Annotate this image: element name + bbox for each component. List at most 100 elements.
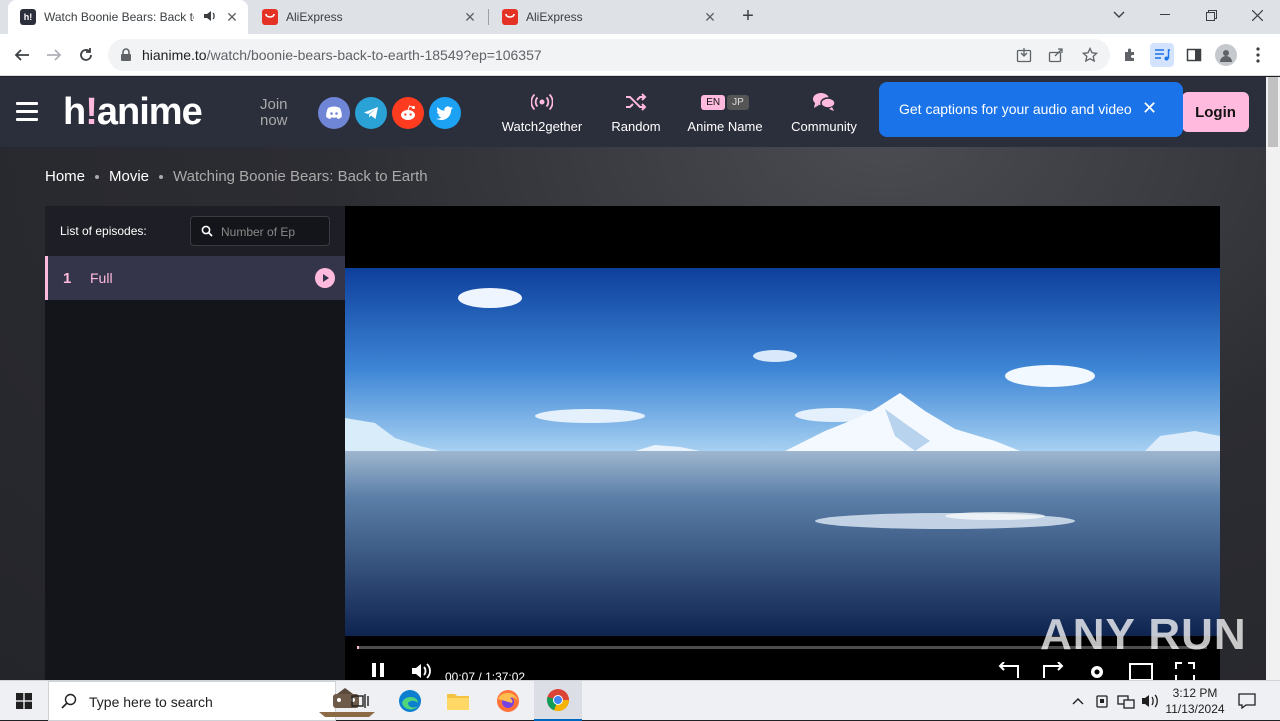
media-controls-icon[interactable] xyxy=(1150,43,1174,67)
episode-list-title: List of episodes: xyxy=(60,224,147,238)
file-explorer-icon[interactable] xyxy=(434,681,482,721)
nav-label: Community xyxy=(791,119,857,134)
search-icon xyxy=(201,225,213,237)
install-app-icon[interactable] xyxy=(1016,47,1032,63)
volume-icon[interactable] xyxy=(411,662,433,680)
hianime-favicon-icon: h! xyxy=(20,9,36,25)
task-view-icon[interactable] xyxy=(336,681,384,721)
site-header: h!anime Join now Watch2gether Random EN J… xyxy=(0,77,1266,147)
taskbar-search-box[interactable]: Type here to search xyxy=(48,681,375,721)
chrome-icon[interactable] xyxy=(534,681,582,721)
forward-10-icon[interactable] xyxy=(1039,661,1065,680)
anyrun-watermark: ANY RUN xyxy=(1040,610,1247,659)
login-button[interactable]: Login xyxy=(1182,92,1249,132)
close-window-button[interactable] xyxy=(1234,0,1280,30)
discord-icon[interactable] xyxy=(318,97,350,129)
tab-separator xyxy=(488,9,489,25)
nav-label: Watch2gether xyxy=(501,119,583,134)
browser-toolbar: hianime.to/watch/boonie-bears-back-to-ea… xyxy=(0,34,1280,76)
episode-list-panel: List of episodes: 1 Full xyxy=(45,206,345,680)
telegram-icon[interactable] xyxy=(355,97,387,129)
time-display: 00:07 / 1:37:02 xyxy=(445,670,525,680)
nav-anime-name-toggle[interactable]: EN JP Anime Name xyxy=(683,91,767,134)
language-toggle[interactable]: EN JP xyxy=(683,91,767,113)
show-hidden-icons-chevron-icon[interactable] xyxy=(1068,691,1088,711)
back-button[interactable] xyxy=(10,43,34,67)
search-icon xyxy=(61,693,77,709)
taskbar-search-placeholder: Type here to search xyxy=(89,694,213,710)
web-page: h!anime Join now Watch2gether Random EN J… xyxy=(0,77,1266,680)
nav-random[interactable]: Random xyxy=(606,91,666,134)
hamburger-menu-icon[interactable] xyxy=(16,102,38,121)
breadcrumb-movie[interactable]: Movie xyxy=(109,168,149,185)
volume-tray-icon[interactable] xyxy=(1140,691,1160,711)
video-player[interactable]: 00:07 / 1:37:02 xyxy=(345,206,1220,680)
twitter-icon[interactable] xyxy=(429,97,461,129)
episode-number: 1 xyxy=(63,270,72,287)
reload-button[interactable] xyxy=(74,43,98,67)
clock-time: 3:12 PM xyxy=(1172,686,1218,700)
browser-menu-icon[interactable] xyxy=(1248,45,1268,65)
tab-title: Watch Boonie Bears: Back to Earth xyxy=(44,10,194,24)
settings-gear-icon[interactable] xyxy=(1087,662,1107,680)
edge-browser-icon[interactable] xyxy=(386,681,434,721)
play-circle-icon[interactable] xyxy=(315,268,335,288)
notifications-icon[interactable] xyxy=(1237,691,1257,711)
nav-watch2gether[interactable]: Watch2gether xyxy=(496,91,588,134)
windows-start-icon[interactable] xyxy=(0,681,48,721)
reddit-icon[interactable] xyxy=(392,97,424,129)
current-time: 00:07 xyxy=(445,670,476,680)
page-scrollbar[interactable] xyxy=(1266,77,1280,680)
profile-avatar-icon[interactable] xyxy=(1215,44,1237,66)
breadcrumb-separator xyxy=(95,174,100,179)
share-icon[interactable] xyxy=(1048,47,1064,63)
bookmark-star-icon[interactable] xyxy=(1082,47,1098,63)
close-tab-icon[interactable]: ✕ xyxy=(224,9,240,25)
close-tab-icon[interactable]: ✕ xyxy=(462,9,478,25)
site-logo[interactable]: h!anime xyxy=(63,91,203,134)
episode-search-box[interactable] xyxy=(190,216,330,246)
close-tab-icon[interactable]: ✕ xyxy=(702,9,718,25)
rewind-10-icon[interactable] xyxy=(997,661,1023,680)
nav-label: Anime Name xyxy=(687,119,763,134)
firefox-icon[interactable] xyxy=(484,681,532,721)
extensions-puzzle-icon[interactable] xyxy=(1120,45,1140,65)
episode-search-input[interactable] xyxy=(221,223,321,241)
network-icon[interactable] xyxy=(1116,691,1136,711)
speaker-icon[interactable] xyxy=(202,8,218,24)
video-frame[interactable] xyxy=(345,268,1220,636)
breadcrumb-current: Watching Boonie Bears: Back to Earth xyxy=(173,168,428,185)
fullscreen-icon[interactable] xyxy=(1175,662,1195,680)
pause-icon[interactable] xyxy=(371,662,385,680)
video-scene-image xyxy=(345,268,1220,636)
episode-item[interactable]: 1 Full xyxy=(45,256,345,300)
tab-aliexpress-2[interactable]: AliExpress ✕ xyxy=(490,0,726,34)
scrollbar-thumb[interactable] xyxy=(1268,77,1278,147)
lang-jp-option[interactable]: JP xyxy=(727,94,749,110)
shuffle-icon xyxy=(606,91,666,113)
forward-button[interactable] xyxy=(42,43,66,67)
tab-hianime[interactable]: h! Watch Boonie Bears: Back to Earth ✕ xyxy=(8,0,248,34)
breadcrumb: Home Movie Watching Boonie Bears: Back t… xyxy=(45,168,428,185)
chat-bubbles-icon xyxy=(786,91,862,113)
episode-list-header: List of episodes: xyxy=(45,206,345,256)
nav-community[interactable]: Community xyxy=(786,91,862,134)
tab-search-chevron-icon[interactable] xyxy=(1096,0,1142,30)
address-bar[interactable]: hianime.to/watch/boonie-bears-back-to-ea… xyxy=(108,39,1110,71)
windows-taskbar: Type here to search 3:12 PM 11/13/2024 xyxy=(0,680,1280,721)
new-tab-button[interactable]: + xyxy=(738,6,758,27)
restore-button[interactable] xyxy=(1188,0,1234,30)
tab-aliexpress-1[interactable]: AliExpress ✕ xyxy=(250,0,486,34)
lock-icon[interactable] xyxy=(120,48,132,62)
breadcrumb-home[interactable]: Home xyxy=(45,168,85,185)
minimize-button[interactable] xyxy=(1142,0,1188,30)
security-shield-icon[interactable] xyxy=(1092,691,1112,711)
lang-en-option[interactable]: EN xyxy=(701,94,726,110)
tab-title: AliExpress xyxy=(526,10,583,24)
live-caption-popup: Get captions for your audio and video ✕ xyxy=(879,82,1183,137)
picture-in-picture-icon[interactable] xyxy=(1129,662,1153,680)
taskbar-clock[interactable]: 3:12 PM 11/13/2024 xyxy=(1160,685,1230,717)
close-popup-icon[interactable]: ✕ xyxy=(1142,99,1157,117)
side-panel-icon[interactable] xyxy=(1184,45,1204,65)
popup-text: Get captions for your audio and video xyxy=(899,101,1132,117)
